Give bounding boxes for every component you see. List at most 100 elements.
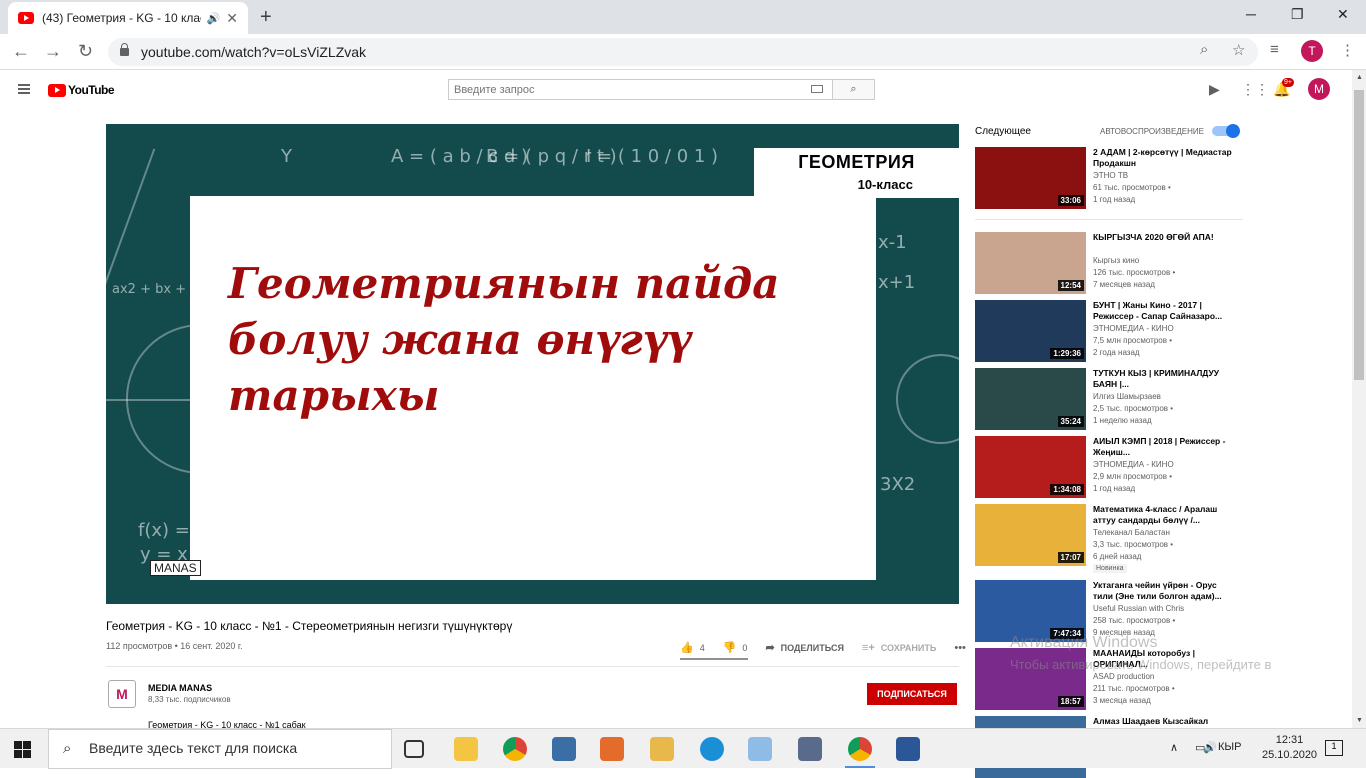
- video-thumbnail[interactable]: 7:47:34: [975, 580, 1086, 642]
- video-card-age: 1 неделю назад: [1093, 416, 1152, 425]
- browser-tab[interactable]: (43) Геометрия - KG - 10 класс 🔊 ✕: [8, 2, 248, 34]
- account-avatar[interactable]: M: [1308, 78, 1330, 100]
- video-thumbnail[interactable]: 1:29:36: [975, 300, 1086, 362]
- paint-icon[interactable]: [748, 737, 772, 761]
- youtube-masthead: YouTube ⌕ ▶ ⋮⋮ 🔔 9+ M: [0, 70, 1352, 108]
- channel-name[interactable]: MEDIA MANAS: [148, 683, 212, 693]
- store-icon[interactable]: [454, 737, 478, 761]
- formula-text: Y: [281, 146, 292, 167]
- recommended-video-card[interactable]: 12:54 КЫРГЫЗЧА 2020 ӨГӨЙ АПА! Кыргыз кино 1…: [975, 232, 1245, 294]
- notification-count-badge: 9+: [1282, 78, 1294, 87]
- apps-grid-icon[interactable]: ⋮⋮: [1241, 81, 1269, 98]
- video-thumbnail[interactable]: 35:24: [975, 368, 1086, 430]
- autoplay-toggle[interactable]: [1212, 124, 1240, 138]
- bookmark-star-icon[interactable]: ☆: [1232, 41, 1245, 59]
- show-hidden-icons-icon[interactable]: ∧: [1170, 741, 1178, 754]
- video-card-title[interactable]: КЫРГЫЗЧА 2020 ӨГӨЙ АПА!: [1093, 232, 1233, 243]
- video-title: Геометрия - KG - 10 класс - №1 - Стереом…: [106, 619, 513, 633]
- video-card-channel: Кыргыз кино: [1093, 256, 1140, 265]
- recommended-video-card[interactable]: 1:29:36 БУНТ | Жаны Кино - 2017 | Режиссе…: [975, 300, 1245, 362]
- video-card-channel: ЭТНО ТВ: [1093, 171, 1129, 180]
- language-indicator[interactable]: КЫР: [1218, 741, 1241, 753]
- video-thumbnail[interactable]: 17:07: [975, 504, 1086, 566]
- forward-arrow-icon[interactable]: →: [44, 41, 62, 62]
- video-card-age: 1 год назад: [1093, 484, 1136, 493]
- recommended-video-card[interactable]: 17:07 Математика 4-класс / Аралаш аттуу с…: [975, 504, 1245, 573]
- lock-icon: [120, 43, 129, 56]
- recommended-video-card[interactable]: 1:34:08 АИЫЛ КЭМП | 2018 | Режиссер - Жең…: [975, 436, 1245, 498]
- calculator-icon[interactable]: [552, 737, 576, 761]
- restore-icon[interactable]: ❐: [1291, 6, 1304, 23]
- channel-avatar[interactable]: M: [108, 680, 136, 708]
- file-explorer-icon[interactable]: [650, 737, 674, 761]
- video-card-title[interactable]: БУНТ | Жаны Кино - 2017 | Режиссер - Сап…: [1093, 300, 1233, 322]
- chrome-active-icon[interactable]: [848, 737, 872, 761]
- formula-text: 3X2: [880, 474, 916, 495]
- recommended-video-card[interactable]: 7:47:34 Уктаганга чейин үйрөн - Орус тили…: [975, 580, 1245, 642]
- task-view-icon[interactable]: [404, 740, 424, 758]
- video-card-title[interactable]: Математика 4-класс / Аралаш аттуу сандар…: [1093, 504, 1233, 526]
- scroll-up-icon[interactable]: ▲: [1356, 74, 1363, 81]
- save-button[interactable]: ≡+ СОХРАНИТЬ: [862, 642, 936, 654]
- guide-menu-icon[interactable]: [18, 84, 30, 94]
- chrome-menu-icon[interactable]: ⋮: [1340, 41, 1355, 59]
- word-icon[interactable]: [896, 737, 920, 761]
- taskbar-clock[interactable]: 12:31 25.10.2020: [1262, 733, 1317, 763]
- video-card-channel: Илгиз Шамырзаев: [1093, 392, 1161, 401]
- search-input[interactable]: [448, 79, 832, 100]
- audio-playing-icon[interactable]: 🔊: [207, 12, 221, 25]
- browser-profile-avatar[interactable]: T: [1301, 40, 1323, 62]
- new-tab-button[interactable]: +: [260, 6, 272, 29]
- video-thumbnail[interactable]: 1:34:08: [975, 436, 1086, 498]
- keyboard-icon[interactable]: [811, 85, 823, 93]
- close-window-icon[interactable]: ✕: [1337, 6, 1349, 23]
- dislike-button[interactable]: 👎 0: [723, 641, 748, 654]
- minimize-icon[interactable]: ─: [1246, 6, 1256, 22]
- video-duration: 33:06: [1057, 195, 1084, 206]
- close-tab-icon[interactable]: ✕: [226, 10, 238, 27]
- video-card-age: 1 год назад: [1093, 195, 1136, 204]
- taskbar-search-box[interactable]: ⌕ Введите здесь текст для поиска: [48, 729, 392, 769]
- video-views-date: 112 просмотров • 16 сент. 2020 г.: [106, 641, 243, 651]
- video-card-title[interactable]: 2 АДАМ | 2-көрсөтүү | Медиастар Продакшн: [1093, 147, 1233, 169]
- formula-text: I = ( 1 0 / 0 1 ): [586, 146, 719, 167]
- video-thumbnail[interactable]: 33:06: [975, 147, 1086, 209]
- search-button[interactable]: ⌕: [832, 79, 875, 100]
- youtube-logo[interactable]: YouTube: [48, 83, 115, 97]
- edge-icon[interactable]: [700, 737, 724, 761]
- media-queue-icon[interactable]: ≡: [1270, 41, 1279, 58]
- more-actions-button[interactable]: •••: [954, 642, 972, 654]
- like-count: 4: [699, 642, 705, 653]
- chrome-icon[interactable]: [503, 737, 527, 761]
- channel-subscribers: 8,33 тыс. подписчиков: [148, 695, 231, 704]
- action-center-icon[interactable]: 1: [1325, 740, 1343, 756]
- video-card-title[interactable]: ТУТКУН КЫЗ | КРИМИНАЛДУУ БАЯН |...: [1093, 368, 1233, 390]
- divider: [975, 219, 1243, 220]
- recommended-video-card[interactable]: 35:24 ТУТКУН КЫЗ | КРИМИНАЛДУУ БАЯН |... И…: [975, 368, 1245, 430]
- address-bar[interactable]: youtube.com/watch?v=oLsViZLZvak: [108, 38, 1258, 66]
- back-arrow-icon[interactable]: ←: [12, 41, 30, 62]
- network-app-icon[interactable]: [798, 737, 822, 761]
- search-icon: ⌕: [63, 740, 72, 757]
- video-duration: 12:54: [1057, 280, 1084, 291]
- subscribe-button[interactable]: ПОДПИСАТЬСЯ: [867, 683, 957, 705]
- video-card-channel: ASAD production: [1093, 672, 1155, 681]
- share-button[interactable]: ➦ ПОДЕЛИТЬСЯ: [765, 641, 843, 654]
- windows-start-icon[interactable]: [14, 741, 31, 758]
- scroll-down-icon[interactable]: ▼: [1356, 717, 1363, 724]
- manas-logo: MANAS: [150, 560, 201, 576]
- video-card-title[interactable]: Уктаганга чейин үйрөн - Орус тили (Эне т…: [1093, 580, 1233, 602]
- create-video-icon[interactable]: ▶: [1209, 81, 1220, 98]
- video-card-title[interactable]: Алмаз Шаадаев Кызсайкал: [1093, 716, 1233, 727]
- video-card-title[interactable]: АИЫЛ КЭМП | 2018 | Режиссер - Жеңиш...: [1093, 436, 1233, 458]
- like-button[interactable]: 👍 4: [680, 641, 705, 654]
- pdf-reader-icon[interactable]: [600, 737, 624, 761]
- zoom-search-icon[interactable]: ⌕: [1200, 41, 1208, 58]
- reload-icon[interactable]: ↻: [78, 41, 93, 62]
- video-thumbnail[interactable]: 12:54: [975, 232, 1086, 294]
- volume-icon[interactable]: 🔊: [1203, 741, 1217, 754]
- video-player[interactable]: A = ( a b / c d ) B = ( p q / r t ) I = …: [106, 124, 959, 604]
- page-scrollbar[interactable]: ▲ ▼: [1352, 70, 1366, 728]
- scrollbar-thumb[interactable]: [1354, 90, 1364, 380]
- recommended-video-card[interactable]: 33:06 2 АДАМ | 2-көрсөтүү | Медиастар Про…: [975, 147, 1245, 209]
